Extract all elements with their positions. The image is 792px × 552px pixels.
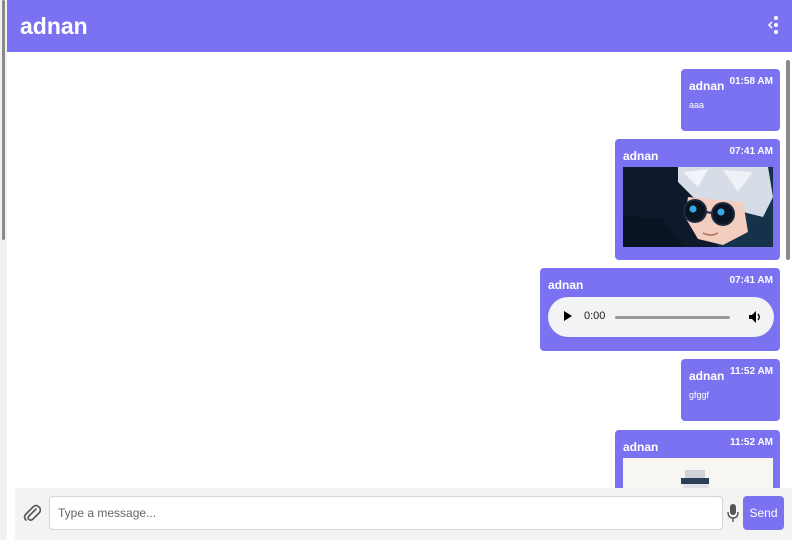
- play-icon[interactable]: [564, 311, 572, 321]
- message-time: 01:58 AM: [729, 76, 773, 87]
- message-time: 11:52 AM: [730, 366, 773, 377]
- bottom-strip: [0, 540, 792, 552]
- send-button[interactable]: Send: [743, 496, 784, 530]
- chat-scrollbar[interactable]: [784, 52, 792, 488]
- message-text: gfggf: [689, 390, 710, 400]
- message-list[interactable]: adnan 01:58 AM aaa adnan 07:41 AM adnan …: [7, 52, 792, 488]
- message-text: aaa: [689, 100, 705, 110]
- message-sender: adnan: [689, 369, 725, 383]
- chat-title: adnan: [20, 13, 88, 39]
- message-sender: adnan: [623, 440, 659, 454]
- chat-header: adnan: [7, 0, 792, 52]
- message-time: 07:41 AM: [729, 275, 773, 286]
- audio-time: 0:00: [584, 310, 606, 322]
- message-sender: adnan: [689, 79, 725, 93]
- volume-icon[interactable]: [748, 310, 762, 324]
- message-composer: Send: [15, 488, 792, 540]
- message-bubble: adnan 07:41 AM 0:00: [540, 268, 780, 351]
- message-sender: adnan: [623, 149, 659, 163]
- chat-page: adnan adnan 01:58 AM aaa adnan 07:41 AM: [0, 0, 792, 552]
- message-bubble: adnan 11:52 AM: [615, 430, 780, 488]
- chat-scrollbar-thumb[interactable]: [786, 60, 790, 260]
- message-bubble: adnan 11:52 AM gfggf: [681, 359, 780, 421]
- paperclip-icon[interactable]: [23, 503, 42, 523]
- page-scrollbar-thumb[interactable]: [2, 0, 5, 240]
- message-image[interactable]: [623, 458, 773, 488]
- message-bubble: adnan 01:58 AM aaa: [681, 69, 780, 131]
- message-bubble: adnan 07:41 AM: [615, 139, 780, 260]
- message-input[interactable]: [49, 496, 723, 530]
- message-time: 07:41 AM: [729, 146, 773, 157]
- message-time: 11:52 AM: [730, 437, 773, 448]
- message-sender: adnan: [548, 278, 584, 292]
- message-image[interactable]: [623, 167, 773, 247]
- audio-player: 0:00: [548, 297, 774, 337]
- audio-progress-slider[interactable]: [615, 316, 730, 319]
- microphone-icon[interactable]: [727, 503, 739, 523]
- vertical-dots-icon[interactable]: [767, 15, 780, 35]
- page-scrollbar[interactable]: [0, 0, 7, 552]
